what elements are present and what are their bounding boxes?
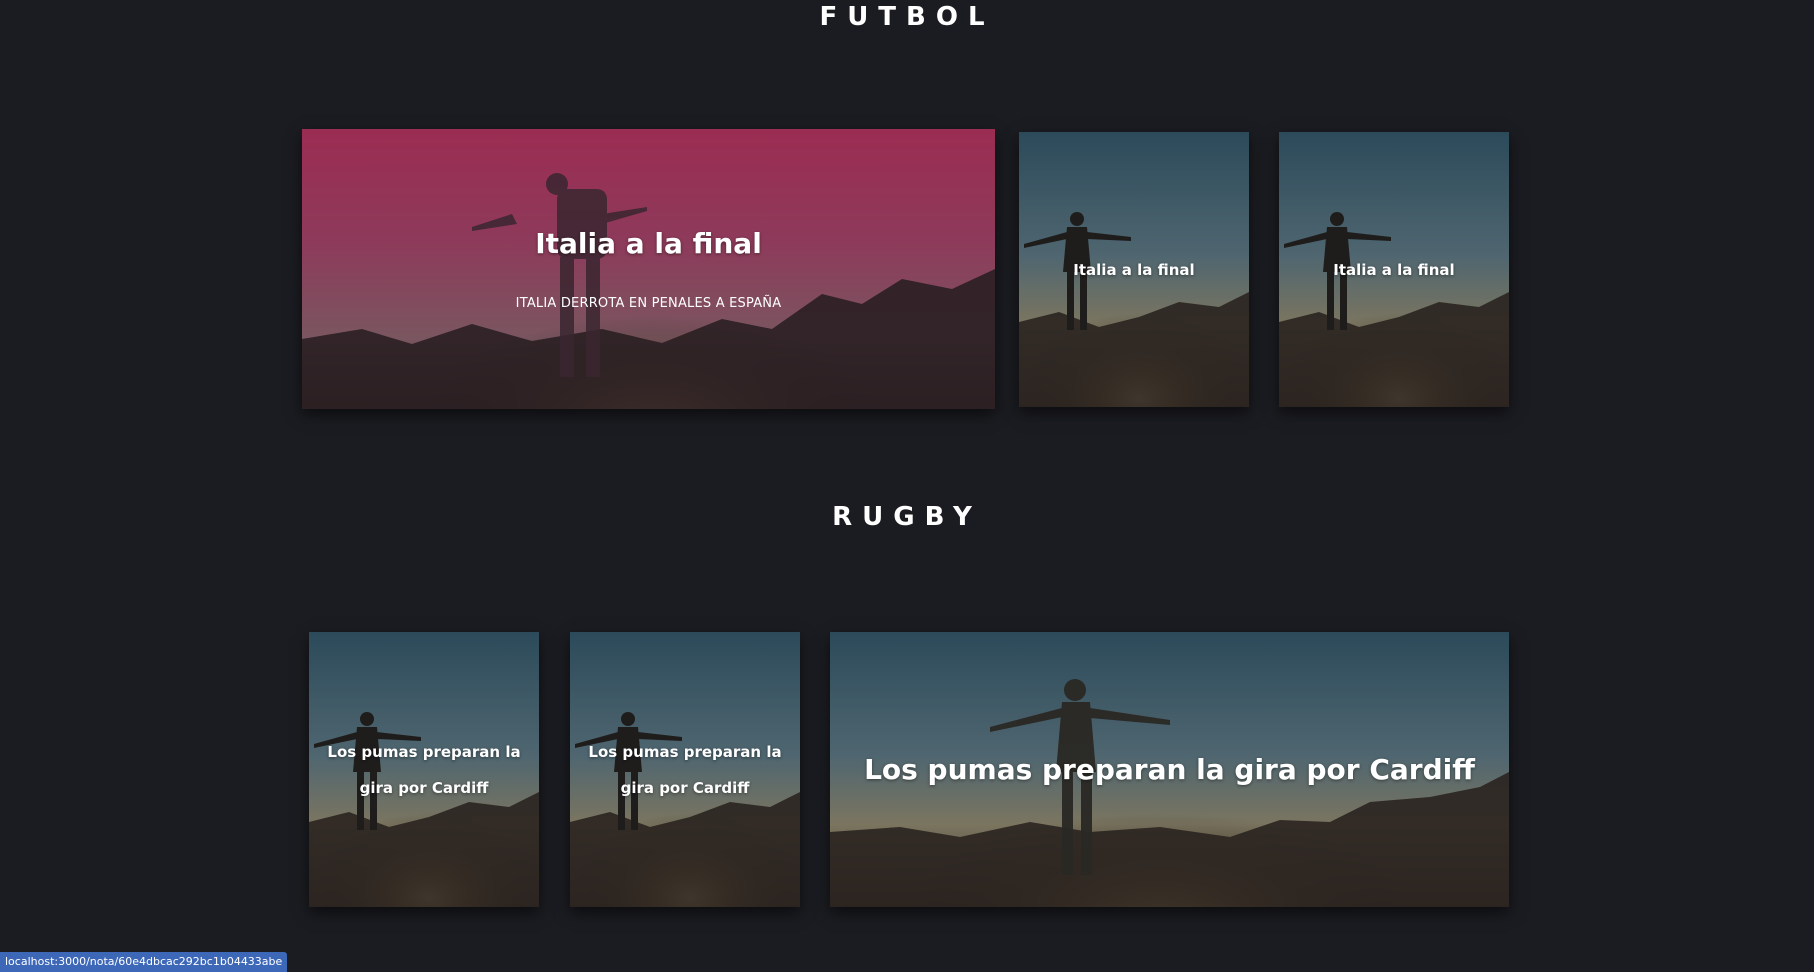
featured-news-card-futbol[interactable]: Italia a la final ITALIA DERROTA EN PENA… [302, 129, 995, 409]
news-title: Los pumas preparan la gira por Cardiff [327, 742, 521, 797]
featured-news-card-rugby[interactable]: Los pumas preparan la gira por Cardiff [830, 632, 1509, 907]
news-title: Los pumas preparan la gira por Cardiff [864, 753, 1475, 786]
card-content: Italia a la final [1019, 132, 1249, 407]
card-content: Los pumas preparan la gira por Cardiff [309, 632, 539, 907]
section-title-futbol: FUTBOL [819, 2, 995, 32]
news-title: Italia a la final [1333, 260, 1455, 279]
card-content: Los pumas preparan la gira por Cardiff [570, 632, 800, 907]
news-title: Los pumas preparan la gira por Cardiff [588, 742, 782, 797]
news-card[interactable]: Los pumas preparan la gira por Cardiff [570, 632, 800, 907]
news-title: Italia a la final [1073, 260, 1195, 279]
card-content: Italia a la final ITALIA DERROTA EN PENA… [302, 129, 995, 409]
status-bar-url: localhost:3000/nota/60e4dbcac292bc1b0443… [0, 952, 288, 972]
news-card[interactable]: Los pumas preparan la gira por Cardiff [309, 632, 539, 907]
card-content: Los pumas preparan la gira por Cardiff [830, 632, 1509, 907]
news-subtitle: ITALIA DERROTA EN PENALES A ESPAÑA [515, 296, 782, 311]
card-content: Italia a la final [1279, 132, 1509, 407]
news-card[interactable]: Italia a la final [1279, 132, 1509, 407]
news-title: Italia a la final [535, 227, 762, 260]
news-card[interactable]: Italia a la final [1019, 132, 1249, 407]
section-title-rugby: RUGBY [832, 502, 982, 532]
